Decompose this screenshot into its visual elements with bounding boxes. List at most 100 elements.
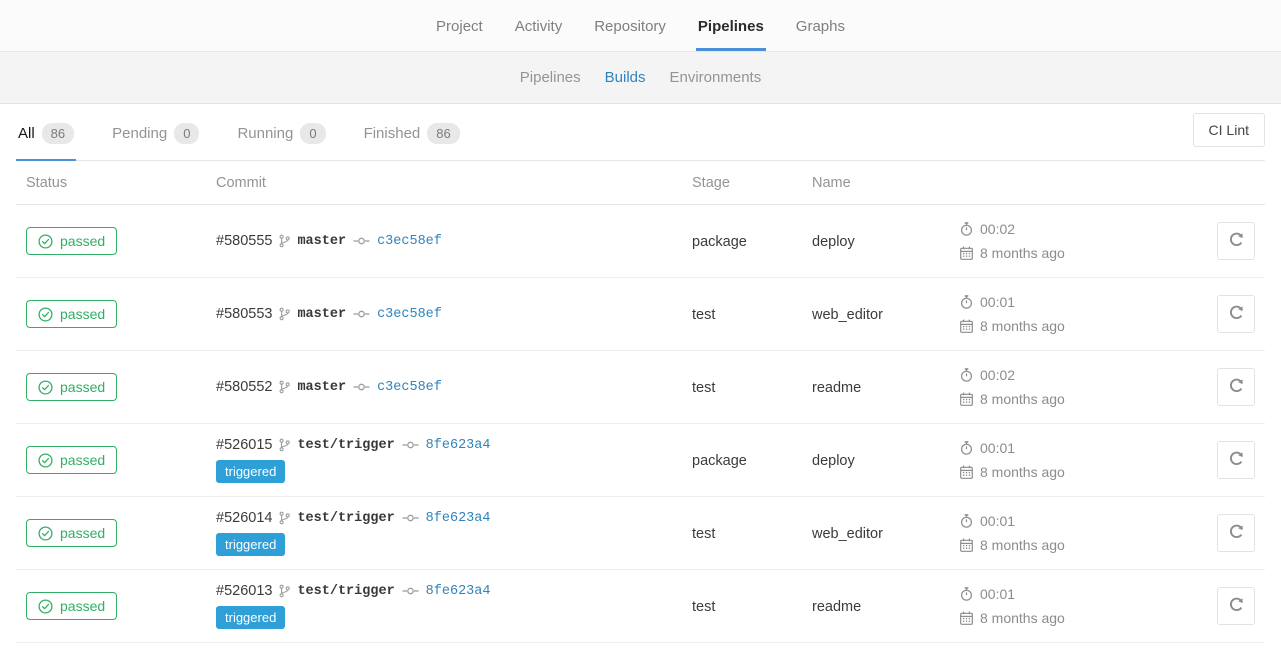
- calendar-icon: [960, 538, 973, 552]
- ci-lint-button[interactable]: CI Lint: [1193, 113, 1265, 147]
- tab-count-badge: 0: [300, 123, 325, 144]
- branch-link[interactable]: master: [297, 234, 346, 249]
- build-id-link[interactable]: #580553: [216, 306, 272, 322]
- branch-link[interactable]: test/trigger: [297, 584, 394, 599]
- header-stage: Stage: [682, 161, 802, 205]
- tab-running[interactable]: Running 0: [235, 123, 327, 161]
- stage-cell: package: [692, 234, 747, 250]
- build-id-link[interactable]: #526013: [216, 583, 272, 599]
- status-badge[interactable]: passed: [26, 300, 117, 328]
- check-circle-icon: [38, 453, 53, 468]
- commit-sha-link[interactable]: 8fe623a4: [426, 584, 491, 599]
- duration-text: 00:02: [980, 221, 1015, 237]
- retry-button[interactable]: [1217, 441, 1255, 479]
- build-id-link[interactable]: #580552: [216, 379, 272, 395]
- commit-sha-link[interactable]: c3ec58ef: [377, 307, 442, 322]
- build-id-link[interactable]: #526014: [216, 510, 272, 526]
- stage-cell: test: [692, 307, 715, 323]
- build-row: passed #580552 master: [16, 351, 1265, 424]
- check-circle-icon: [38, 234, 53, 249]
- status-label: passed: [60, 306, 105, 322]
- duration-text: 00:02: [980, 367, 1015, 383]
- status-badge[interactable]: passed: [26, 519, 117, 547]
- triggered-label: triggered: [216, 606, 285, 629]
- nav-item-activity[interactable]: Activity: [513, 18, 565, 51]
- retry-button[interactable]: [1217, 222, 1255, 260]
- retry-icon: [1228, 523, 1245, 543]
- tab-pending[interactable]: Pending 0: [110, 123, 201, 161]
- retry-button[interactable]: [1217, 587, 1255, 625]
- tab-all[interactable]: All 86: [16, 123, 76, 161]
- stopwatch-icon: [960, 222, 973, 236]
- stage-cell: package: [692, 453, 747, 469]
- header-commit: Commit: [206, 161, 682, 205]
- commit-icon: [402, 586, 419, 596]
- build-row: passed #526013 test/trigger: [16, 570, 1265, 643]
- builds-table: Status Commit Stage Name passed: [16, 161, 1265, 643]
- calendar-icon: [960, 319, 973, 333]
- git-branch-icon: [279, 234, 290, 248]
- duration-text: 00:01: [980, 586, 1015, 602]
- nav-item-graphs[interactable]: Graphs: [794, 18, 847, 51]
- commit-icon: [353, 309, 370, 319]
- commit-sha-link[interactable]: c3ec58ef: [377, 380, 442, 395]
- nav-item-repository[interactable]: Repository: [592, 18, 668, 51]
- retry-icon: [1228, 596, 1245, 616]
- time-ago-text: 8 months ago: [980, 391, 1065, 407]
- retry-icon: [1228, 304, 1245, 324]
- check-circle-icon: [38, 380, 53, 395]
- commit-icon: [402, 440, 419, 450]
- status-label: passed: [60, 233, 105, 249]
- build-id-link[interactable]: #580555: [216, 233, 272, 249]
- branch-link[interactable]: master: [297, 307, 346, 322]
- nav-item-project[interactable]: Project: [434, 18, 485, 51]
- retry-button[interactable]: [1217, 368, 1255, 406]
- tab-label: Finished: [364, 125, 421, 142]
- subnav-item-builds[interactable]: Builds: [605, 69, 646, 86]
- duration-text: 00:01: [980, 294, 1015, 310]
- git-branch-icon: [279, 511, 290, 525]
- git-branch-icon: [279, 380, 290, 394]
- build-row: passed #580555 master: [16, 205, 1265, 278]
- duration-text: 00:01: [980, 513, 1015, 529]
- commit-icon: [353, 236, 370, 246]
- branch-link[interactable]: test/trigger: [297, 438, 394, 453]
- duration-text: 00:01: [980, 440, 1015, 456]
- commit-sha-link[interactable]: 8fe623a4: [426, 511, 491, 526]
- project-nav: Project Activity Repository Pipelines Gr…: [0, 0, 1281, 52]
- status-badge[interactable]: passed: [26, 592, 117, 620]
- status-label: passed: [60, 379, 105, 395]
- check-circle-icon: [38, 599, 53, 614]
- tab-label: Pending: [112, 125, 167, 142]
- status-badge[interactable]: passed: [26, 227, 117, 255]
- subnav-item-environments[interactable]: Environments: [670, 69, 762, 86]
- branch-link[interactable]: master: [297, 380, 346, 395]
- git-branch-icon: [279, 307, 290, 321]
- header-status: Status: [16, 161, 206, 205]
- retry-button[interactable]: [1217, 295, 1255, 333]
- nav-item-pipelines[interactable]: Pipelines: [696, 18, 766, 51]
- build-row: passed #526015 test/trigger: [16, 424, 1265, 497]
- tab-count-badge: 86: [427, 123, 459, 144]
- branch-link[interactable]: test/trigger: [297, 511, 394, 526]
- builds-page: All 86 Pending 0 Running 0 Finished 86 C…: [0, 104, 1281, 643]
- calendar-icon: [960, 246, 973, 260]
- build-id-link[interactable]: #526015: [216, 437, 272, 453]
- pipelines-sub-nav: Pipelines Builds Environments: [0, 52, 1281, 104]
- tab-count-badge: 86: [42, 123, 74, 144]
- subnav-item-pipelines[interactable]: Pipelines: [520, 69, 581, 86]
- status-label: passed: [60, 525, 105, 541]
- stage-cell: test: [692, 526, 715, 542]
- build-name-cell: web_editor: [812, 307, 883, 323]
- tab-finished[interactable]: Finished 86: [362, 123, 462, 161]
- commit-sha-link[interactable]: 8fe623a4: [426, 438, 491, 453]
- time-ago-text: 8 months ago: [980, 464, 1065, 480]
- status-label: passed: [60, 598, 105, 614]
- retry-button[interactable]: [1217, 514, 1255, 552]
- commit-sha-link[interactable]: c3ec58ef: [377, 234, 442, 249]
- stopwatch-icon: [960, 441, 973, 455]
- status-badge[interactable]: passed: [26, 373, 117, 401]
- tab-label: All: [18, 125, 35, 142]
- status-badge[interactable]: passed: [26, 446, 117, 474]
- time-ago-text: 8 months ago: [980, 610, 1065, 626]
